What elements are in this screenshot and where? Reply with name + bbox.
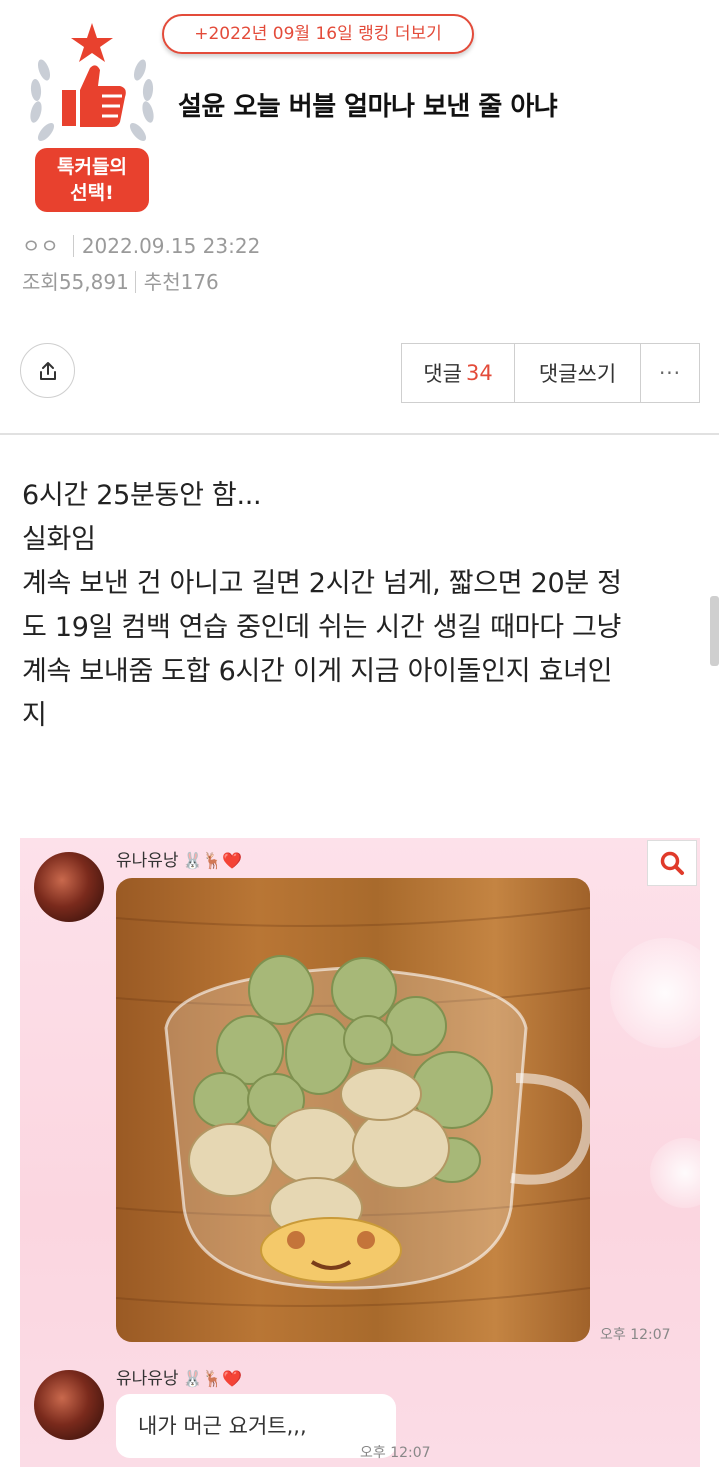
chat-message-bubble: 내가 머근 요거트,,, — [116, 1394, 396, 1458]
photo-timestamp: 오후 12:07 — [600, 1327, 671, 1343]
share-button[interactable] — [20, 343, 75, 398]
sender-name: 유나유낭 — [116, 851, 179, 871]
sender-emojis: 🐰🦌❤️ — [182, 1369, 243, 1388]
sender-name-row: 유나유낭 🐰🦌❤️ — [116, 1364, 242, 1389]
bokeh-light — [650, 1138, 700, 1208]
sender-name: 유나유낭 — [116, 1369, 179, 1389]
bokeh-light — [610, 938, 700, 1048]
sender-name-row: 유나유낭 🐰🦌❤️ — [116, 846, 242, 871]
message-timestamp: 오후 12:07 — [360, 1445, 431, 1461]
share-icon — [39, 361, 56, 380]
chat-photo-yogurt-bowl — [116, 878, 590, 1342]
comments-button[interactable]: 댓글 34 — [402, 344, 515, 402]
scrollbar[interactable] — [710, 596, 719, 666]
top-talker-badge: 톡커들의 선택! — [22, 20, 162, 216]
post-meta-author-date: ㅇㅇ 2022.09.15 23:22 — [22, 230, 260, 259]
post-datetime: 2022.09.15 23:22 — [81, 234, 261, 258]
post-body: 6시간 25분동안 함... 실화임 계속 보낸 건 아니고 길면 2시간 넘게… — [22, 474, 702, 738]
body-line: 6시간 25분동안 함... — [22, 480, 262, 511]
sender-avatar — [34, 1370, 104, 1440]
write-comment-button[interactable]: 댓글쓰기 — [515, 344, 641, 402]
body-line: 실화임 — [22, 524, 96, 555]
post-image-chat-screenshot[interactable]: 유나유낭 🐰🦌❤️ 오후 12:07 유나유낭 🐰🦌❤️ 내가 머근 요거트,,… — [20, 838, 700, 1467]
magnifier-icon — [660, 851, 684, 875]
recommend-count: 176 — [180, 270, 219, 294]
post-action-group: 댓글 34 댓글쓰기 ··· — [401, 343, 700, 403]
laurel-thumbs-up-icon — [30, 23, 154, 142]
body-line: 도 19일 컴백 연습 중인데 쉬는 시간 생길 때마다 그냥 — [22, 612, 622, 643]
ranking-more-link[interactable]: +2022년 09월 16일 랭킹 더보기 — [162, 14, 474, 54]
author-name[interactable]: ㅇㅇ — [22, 234, 59, 258]
body-line: 지 — [22, 700, 47, 731]
post-title: 설윤 오늘 버블 얼마나 보낸 줄 아냐 — [178, 92, 558, 122]
body-line: 계속 보낸 건 아니고 길면 2시간 넘게, 짧으면 20분 정 — [22, 568, 622, 599]
comments-label: 댓글 — [423, 362, 462, 386]
image-zoom-button[interactable] — [647, 840, 697, 886]
meta-separator — [134, 271, 136, 293]
badge-line2: 선택! — [70, 182, 114, 204]
sender-avatar — [34, 852, 104, 922]
section-divider — [0, 433, 719, 435]
post-meta-stats: 조회55,891 추천176 — [22, 266, 219, 295]
recommend-label: 추천 — [143, 270, 181, 294]
badge-line1: 톡커들의 — [57, 156, 127, 178]
more-options-button[interactable]: ··· — [641, 344, 699, 402]
views-label: 조회 — [22, 270, 59, 294]
meta-separator — [72, 235, 74, 257]
sender-emojis: 🐰🦌❤️ — [182, 851, 243, 870]
body-line: 계속 보내줌 도합 6시간 이게 지금 아이돌인지 효녀인 — [22, 656, 613, 687]
views-count: 55,891 — [58, 270, 129, 294]
comments-count: 34 — [465, 361, 493, 385]
yogurt-bowl-photo — [116, 907, 590, 1307]
